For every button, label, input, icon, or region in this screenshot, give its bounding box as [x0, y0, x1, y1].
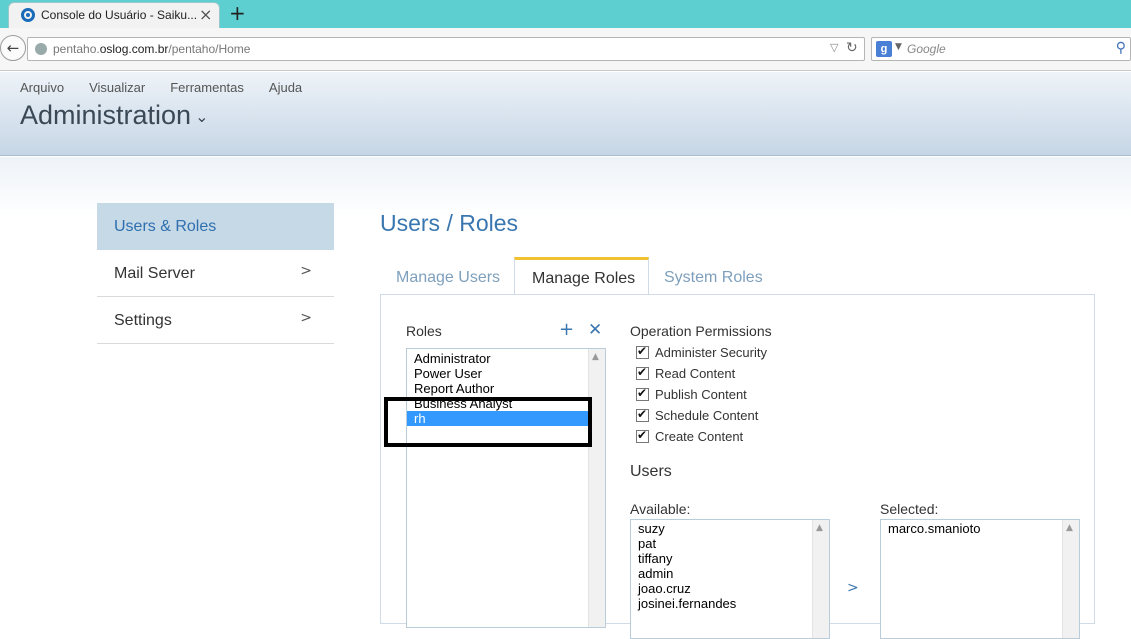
menu-item-visualizar[interactable]: Visualizar [89, 80, 145, 95]
permission-label: Create Content [655, 428, 744, 444]
user-item[interactable]: suzy [631, 521, 829, 536]
tab-manage-users[interactable]: Manage Users [396, 257, 500, 295]
permission-schedule-content[interactable]: Schedule Content [636, 407, 758, 423]
sidebar-item-label: Users & Roles [114, 218, 217, 235]
close-tab-icon[interactable]: × [199, 5, 212, 24]
selected-users-list[interactable]: marco.smanioto ▲ [880, 519, 1080, 639]
move-right-icon[interactable]: > [847, 580, 859, 596]
browser-tab-title: Console do Usuário - Saiku... [41, 8, 198, 22]
permission-label: Administer Security [655, 344, 767, 360]
sidebar-item-label: Mail Server [114, 265, 195, 282]
checkbox[interactable] [636, 344, 649, 359]
user-item[interactable]: joao.cruz [631, 581, 829, 596]
permission-publish-content[interactable]: Publish Content [636, 386, 747, 402]
permission-administer-security[interactable]: Administer Security [636, 344, 767, 360]
users-section-title: Users [630, 463, 672, 480]
permission-label: Publish Content [655, 386, 747, 402]
sidebar-item-mail-server[interactable]: Mail Server > [97, 250, 334, 297]
operation-permissions-title: Operation Permissions [630, 323, 772, 339]
role-item[interactable]: Report Author [407, 381, 605, 396]
perspective-selector[interactable]: Administration ⌄ [20, 100, 208, 131]
reload-icon[interactable]: ↻ [846, 40, 858, 56]
role-item[interactable]: Administrator [407, 351, 605, 366]
menu-item-arquivo[interactable]: Arquivo [20, 80, 64, 95]
url-bar[interactable]: pentaho.oslog.com.br/pentaho/Home ▽ ↻ [27, 37, 865, 61]
permission-label: Read Content [655, 365, 736, 381]
browser-tab-bar: Console do Usuário - Saiku... × + [0, 0, 1131, 28]
manage-roles-panel: Roles + ✕ Administrator Power User Repor… [380, 294, 1095, 639]
roles-scrollbar[interactable]: ▲ [588, 349, 605, 627]
delete-role-icon[interactable]: ✕ [588, 320, 602, 340]
globe-icon [35, 43, 47, 55]
new-tab-button[interactable]: + [229, 1, 246, 25]
browser-nav-bar: ← pentaho.oslog.com.br/pentaho/Home ▽ ↻ … [0, 28, 1131, 71]
permission-label: Schedule Content [655, 407, 759, 423]
tab-manage-roles[interactable]: Manage Roles [514, 257, 649, 295]
search-placeholder[interactable]: Google [907, 42, 946, 56]
menu-item-ajuda[interactable]: Ajuda [269, 80, 302, 95]
menu-item-ferramentas[interactable]: Ferramentas [170, 80, 244, 95]
tab-bar: Manage Users Manage Roles System Roles [380, 257, 1095, 295]
search-engine-dropdown-icon[interactable]: ▼ [895, 42, 902, 52]
back-arrow-icon[interactable]: ← [0, 35, 26, 61]
selected-users-label: Selected: [880, 501, 939, 517]
main-menu: Arquivo Visualizar Ferramentas Ajuda [20, 80, 302, 95]
user-item[interactable]: admin [631, 566, 829, 581]
tab-system-roles[interactable]: System Roles [664, 257, 763, 295]
google-icon[interactable]: g [876, 41, 892, 57]
sidebar-item-label: Settings [114, 312, 172, 329]
page-title: Users / Roles [380, 210, 519, 236]
checkbox[interactable] [636, 407, 649, 422]
perspective-label: Administration [20, 100, 192, 130]
checkbox[interactable] [636, 365, 649, 380]
user-item[interactable]: marco.smanioto [881, 521, 1079, 536]
sidebar-item-users-roles[interactable]: Users & Roles [97, 203, 334, 250]
chevron-right-icon: > [300, 310, 312, 326]
chevron-down-icon: ⌄ [195, 107, 209, 127]
admin-sidebar: Users & Roles Mail Server > Settings > [97, 203, 334, 344]
sidebar-item-settings[interactable]: Settings > [97, 297, 334, 344]
permission-create-content[interactable]: Create Content [636, 428, 743, 444]
permission-read-content[interactable]: Read Content [636, 365, 735, 381]
pentaho-favicon-icon [21, 8, 35, 22]
checkbox[interactable] [636, 386, 649, 401]
role-item[interactable]: Power User [407, 366, 605, 381]
role-item-selected[interactable]: rh [407, 411, 605, 426]
selected-scrollbar[interactable]: ▲ [1062, 520, 1079, 638]
browser-tab[interactable]: Console do Usuário - Saiku... × [8, 2, 220, 28]
checkbox[interactable] [636, 428, 649, 443]
app-header: Arquivo Visualizar Ferramentas Ajuda Adm… [0, 72, 1131, 156]
roles-list[interactable]: Administrator Power User Report Author B… [406, 348, 606, 628]
add-role-icon[interactable]: + [559, 319, 574, 340]
user-item[interactable]: pat [631, 536, 829, 551]
chevron-right-icon: > [300, 263, 312, 279]
roles-label: Roles [406, 323, 442, 339]
user-item[interactable]: josinei.fernandes [631, 596, 829, 611]
available-users-list[interactable]: suzy pat tiffany admin joao.cruz josinei… [630, 519, 830, 639]
available-scrollbar[interactable]: ▲ [812, 520, 829, 638]
scroll-up-icon[interactable]: ▲ [1066, 523, 1073, 533]
search-icon[interactable]: ⚲ [1116, 40, 1126, 56]
user-item[interactable]: tiffany [631, 551, 829, 566]
url-text[interactable]: pentaho.oslog.com.br/pentaho/Home [53, 42, 250, 56]
url-dropdown-icon[interactable]: ▽ [830, 41, 838, 54]
available-users-label: Available: [630, 501, 691, 517]
content-area: Users & Roles Mail Server > Settings > U… [0, 157, 1131, 639]
role-item[interactable]: Business Analyst [407, 396, 605, 411]
search-bar[interactable]: g ▼ Google ⚲ [871, 37, 1131, 61]
scroll-up-icon[interactable]: ▲ [592, 352, 599, 362]
scroll-up-icon[interactable]: ▲ [816, 523, 823, 533]
